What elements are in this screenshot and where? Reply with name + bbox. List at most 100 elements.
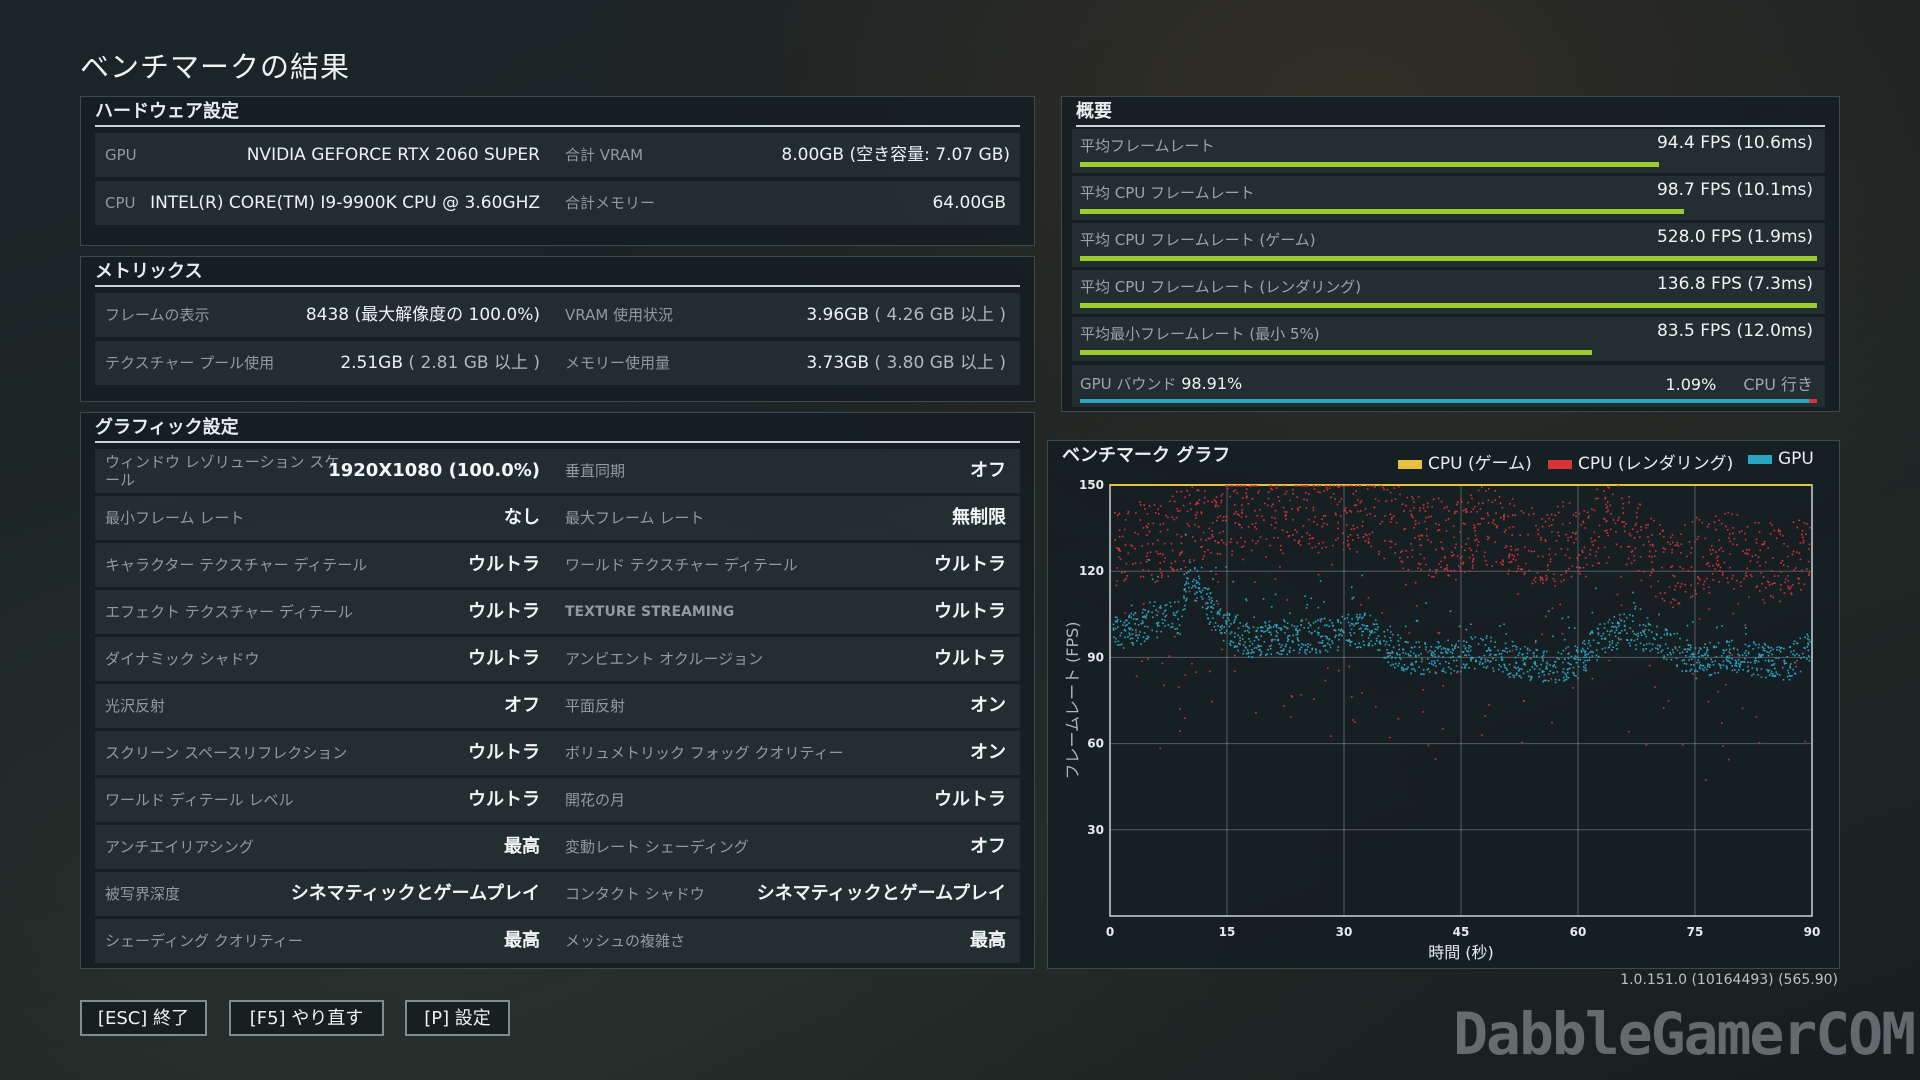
gpu-point xyxy=(1295,633,1298,636)
gpu-point xyxy=(1715,646,1718,648)
cpu-render-point xyxy=(1313,698,1315,700)
cpu-render-point xyxy=(1157,539,1159,541)
cpu-render-point xyxy=(1145,525,1148,528)
cpu-render-point xyxy=(1691,521,1694,523)
gpu-point xyxy=(1266,653,1268,655)
gpu-point xyxy=(1393,666,1396,669)
cpu-render-point xyxy=(1740,585,1742,587)
gpu-point xyxy=(1613,631,1616,634)
setting-label: ワールド ディテール レベル xyxy=(105,791,294,809)
gpu-point xyxy=(1317,606,1320,609)
cpu-render-point xyxy=(1708,523,1710,525)
gpu-point xyxy=(1323,601,1325,603)
gpu-point xyxy=(1184,584,1186,586)
gpu-point xyxy=(1468,644,1470,647)
cpu-render-point xyxy=(1373,506,1376,509)
cpu-render-point xyxy=(1240,526,1243,529)
gpu-point xyxy=(1143,616,1145,618)
gpu-point xyxy=(1471,638,1474,640)
gpu-point xyxy=(1611,642,1613,645)
gpu-point xyxy=(1391,656,1393,658)
cpu-render-point xyxy=(1564,554,1567,557)
gpu-point xyxy=(1692,664,1695,666)
gpu-point xyxy=(1808,659,1811,662)
cpu-render-point xyxy=(1597,497,1599,500)
gpu-point xyxy=(1760,654,1763,656)
exit-button[interactable]: [ESC] 終了 xyxy=(80,1000,207,1036)
gpu-point xyxy=(1407,666,1409,669)
cpu-render-point xyxy=(1651,543,1654,546)
gpu-point xyxy=(1208,595,1210,598)
cpu-render-point xyxy=(1748,548,1750,551)
gpu-point xyxy=(1288,649,1291,652)
gpu-point xyxy=(1681,659,1684,662)
cpu-render-point xyxy=(1472,559,1474,561)
gpu-point xyxy=(1304,649,1307,651)
gpu-point xyxy=(1649,624,1652,626)
cpu-render-point xyxy=(1422,711,1424,713)
gpu-point xyxy=(1527,675,1530,677)
cpu-render-point xyxy=(1680,543,1683,546)
cpu-render-point xyxy=(1431,505,1433,508)
gpu-point xyxy=(1444,661,1447,663)
gpu-point xyxy=(1389,637,1392,639)
cpu-render-point xyxy=(1494,499,1497,501)
cpu-render-point xyxy=(1230,485,1233,487)
cpu-render-point xyxy=(1542,578,1544,581)
gpu-point xyxy=(1433,660,1436,662)
gpu-point xyxy=(1582,661,1585,664)
settings-button[interactable]: [P] 設定 xyxy=(405,1000,510,1036)
cpu-render-point xyxy=(1664,548,1666,550)
gpu-point xyxy=(1776,673,1779,675)
cpu-render-point xyxy=(1712,579,1715,581)
gpu-point xyxy=(1399,658,1402,660)
gpu-point xyxy=(1542,654,1545,657)
cpu-render-point xyxy=(1235,510,1237,513)
gpu-point xyxy=(1172,612,1175,614)
gpu-point xyxy=(1563,676,1565,679)
cpu-render-point xyxy=(1630,562,1633,564)
gpu-point xyxy=(1247,652,1250,654)
cpu-render-point xyxy=(1313,488,1316,490)
gpu-point xyxy=(1184,608,1186,610)
gpu-point xyxy=(1319,618,1322,621)
cpu-render-point xyxy=(1710,553,1713,555)
cpu-render-point xyxy=(1155,550,1158,553)
gpu-point xyxy=(1221,632,1223,634)
gpu-label: GPU xyxy=(105,146,137,164)
cpu-render-point xyxy=(1535,524,1537,527)
cpu-render-point xyxy=(1772,557,1774,559)
gpu-point xyxy=(1807,635,1809,638)
cpu-render-point xyxy=(1398,485,1400,488)
cpu-render-point xyxy=(1324,679,1327,682)
gpu-point xyxy=(1219,629,1221,632)
cpu-render-point xyxy=(1347,544,1349,547)
gpu-point xyxy=(1526,648,1529,651)
gpu-point xyxy=(1601,638,1603,640)
gpu-point xyxy=(1493,654,1496,656)
cpu-render-point xyxy=(1783,542,1785,545)
gpu-point xyxy=(1398,644,1400,646)
gpu-point xyxy=(1369,614,1372,617)
gpu-point xyxy=(1350,640,1353,643)
cpu-render-point xyxy=(1355,490,1357,493)
cpu-render-point xyxy=(1196,511,1198,514)
cpu-render-point xyxy=(1479,523,1481,525)
gpu-point xyxy=(1580,651,1583,653)
gpu-point xyxy=(1566,671,1569,674)
cpu-render-point xyxy=(1332,544,1334,547)
gpu-point xyxy=(1422,669,1425,671)
cpu-render-point xyxy=(1211,530,1213,532)
cpu-render-point xyxy=(1635,511,1638,514)
gpu-point xyxy=(1597,642,1599,645)
gpu-point xyxy=(1414,670,1416,672)
gpu-point xyxy=(1485,635,1488,637)
gpu-point xyxy=(1324,649,1327,652)
restart-button[interactable]: [F5] やり直す xyxy=(229,1000,384,1036)
gpu-point xyxy=(1171,622,1174,625)
cpu-render-point xyxy=(1523,700,1525,702)
gpu-point xyxy=(1669,651,1671,654)
cpu-render-point xyxy=(1389,513,1392,516)
gpu-point xyxy=(1194,584,1196,587)
cpu-render-point xyxy=(1221,539,1223,542)
